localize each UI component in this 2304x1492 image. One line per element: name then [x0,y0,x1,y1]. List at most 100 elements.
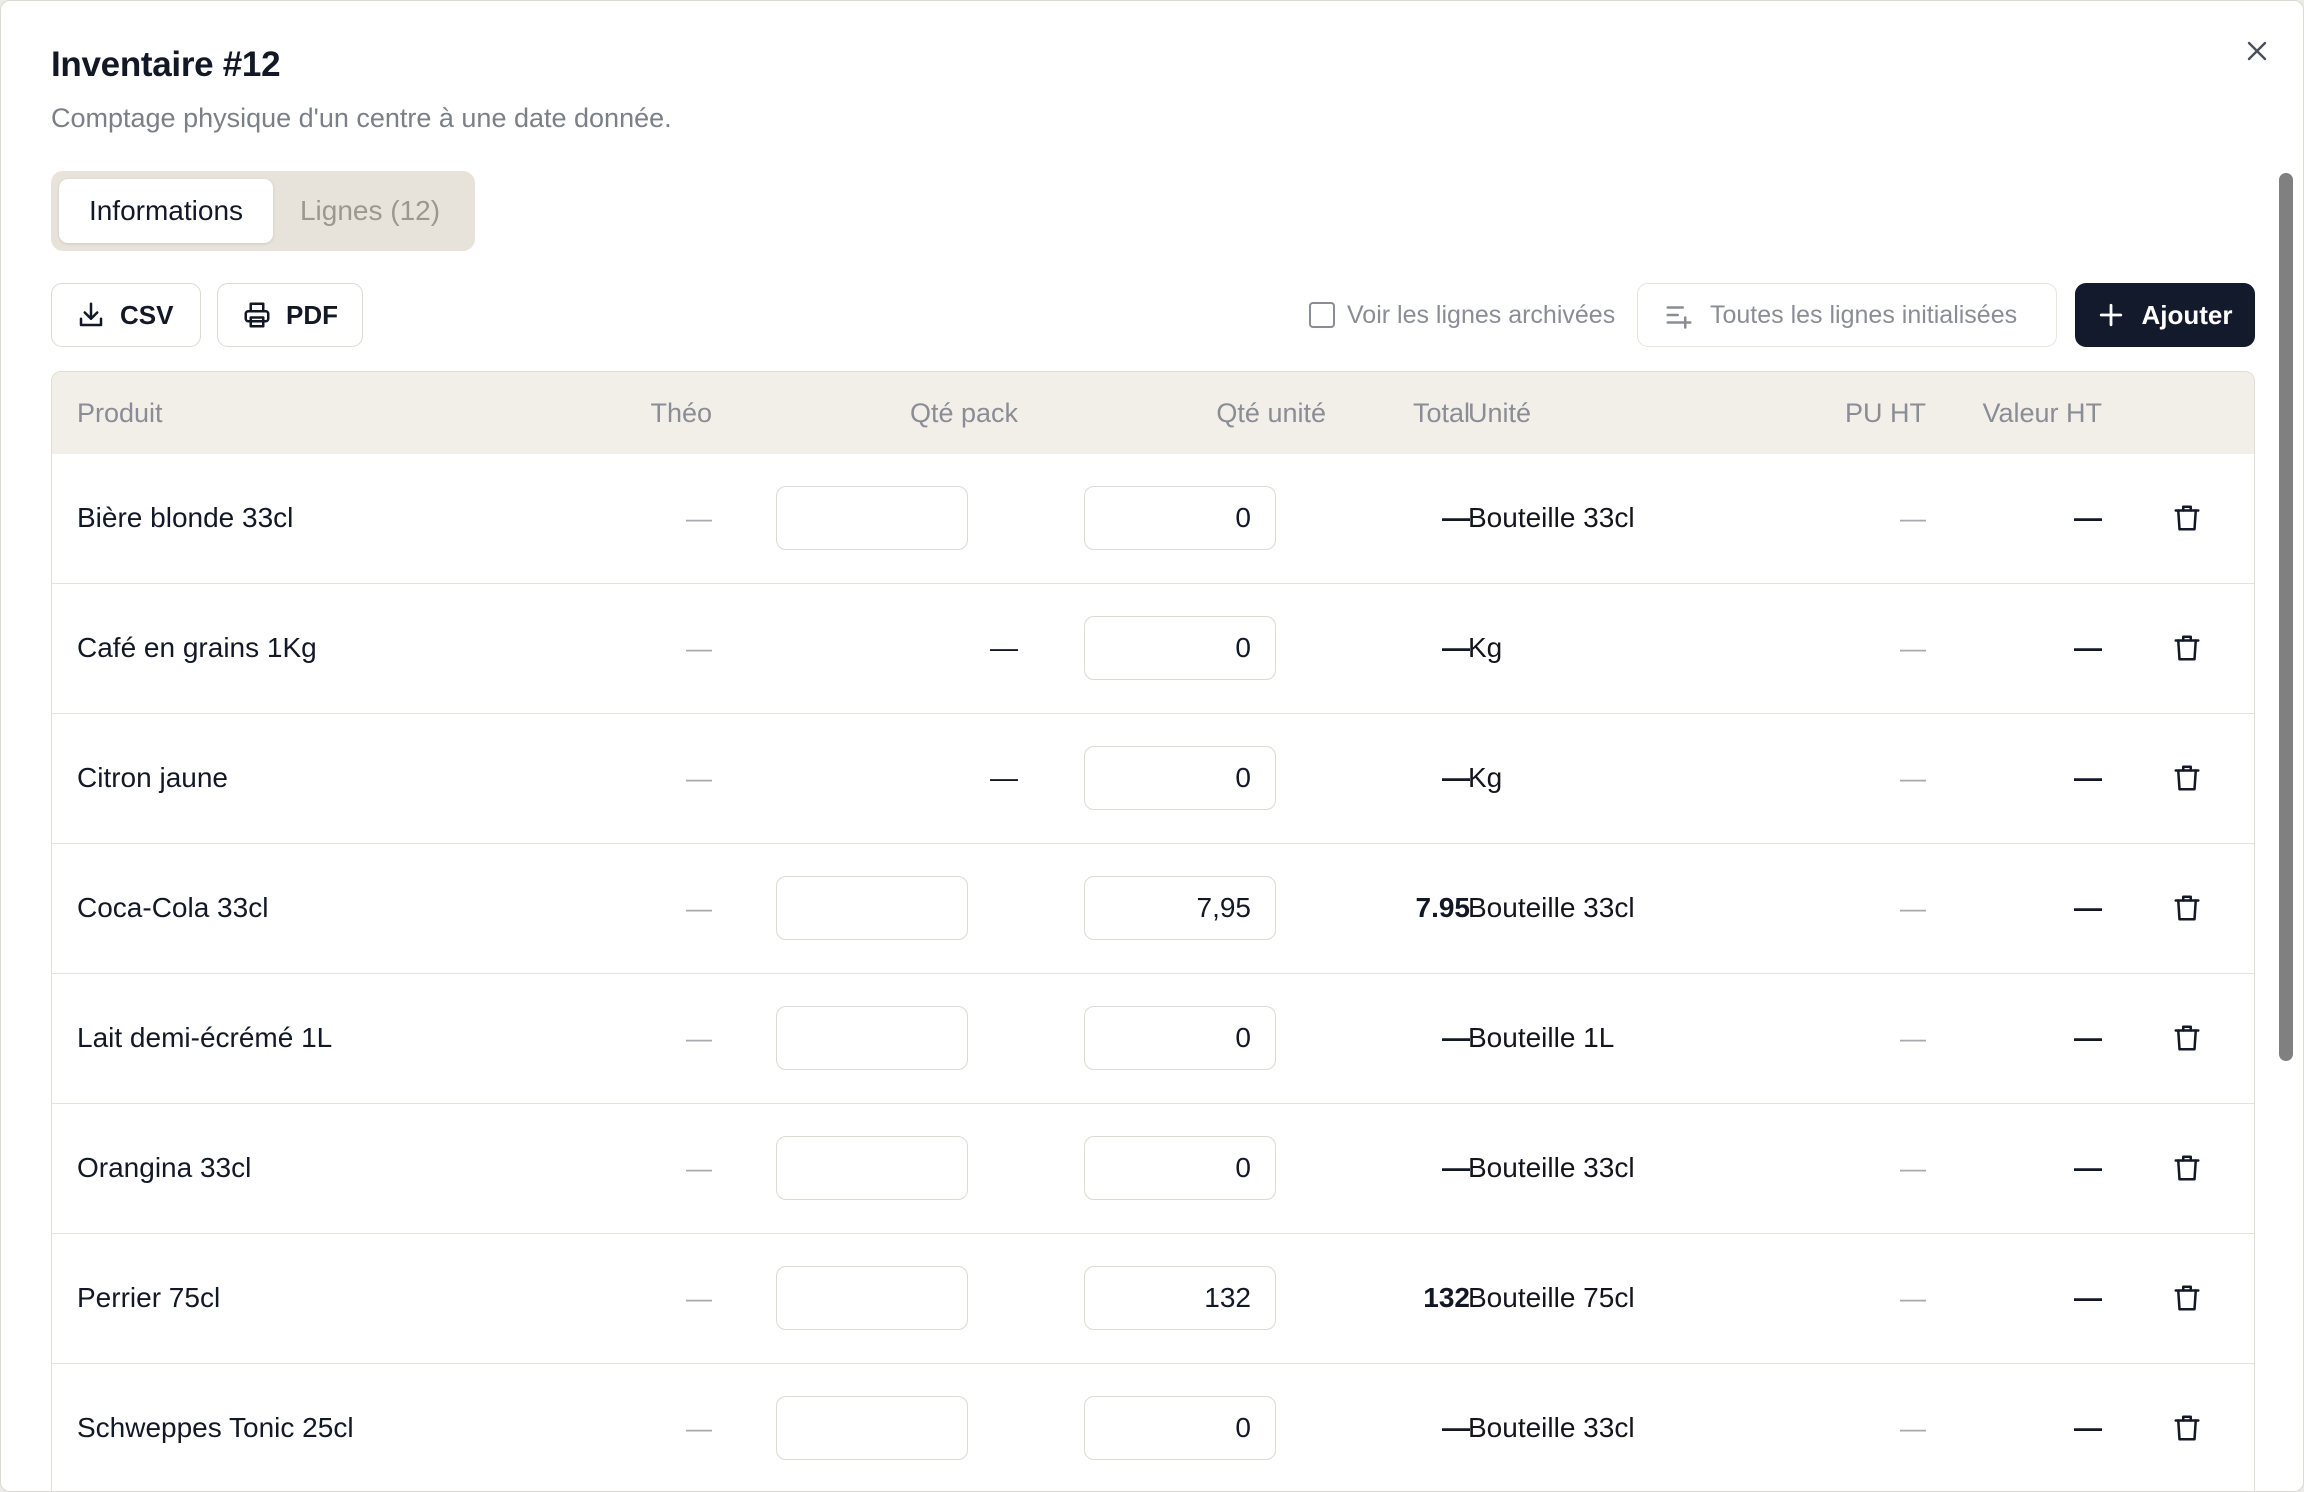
column-header-total[interactable]: Total [1342,372,1470,454]
table-header: Produit Théo Qté pack Qté unité Total Un… [52,372,2254,455]
printer-icon [244,302,270,328]
table-row: Orangina 33cl —0— Bouteille 33cl — — [52,1104,2254,1234]
trash-icon [2172,1023,2202,1053]
delete-row-button[interactable] [2170,1151,2204,1185]
product-name: Schweppes Tonic 25cl [77,1412,354,1443]
pack-quantity-input[interactable] [776,1266,968,1330]
tab-lignes[interactable]: Lignes (12) [275,179,465,243]
product-name: Coca-Cola 33cl [77,892,269,923]
unit-quantity-input[interactable]: 7,95 [1084,876,1276,940]
total-value: — [1442,1022,1470,1053]
inventory-table: Produit Théo Qté pack Qté unité Total Un… [51,371,2255,1491]
pack-quantity-value: — [990,632,1018,663]
delete-row-button[interactable] [2170,1021,2204,1055]
pu-ht-value: — [1900,1023,1926,1053]
trash-icon [2172,893,2202,923]
valeur-ht-value: — [2074,1152,2102,1183]
valeur-ht-value: — [2074,762,2102,793]
line-filter-label: Toutes les lignes initialisées [1710,300,2018,329]
valeur-ht-value: — [2074,502,2102,533]
pack-quantity-input[interactable] [776,876,968,940]
table-row: Schweppes Tonic 25cl —0— Bouteille 33cl — — [52,1364,2254,1491]
table-row: Lait demi-écrémé 1L —0— Bouteille 1L — — [52,974,2254,1104]
unit-quantity-input[interactable]: 132 [1084,1266,1276,1330]
column-header-qte-unite[interactable]: Qté unité [1052,372,1326,454]
unit-name: Bouteille 33cl [1468,892,1635,923]
total-value: 132 [1423,1282,1470,1313]
valeur-ht-value: — [2074,1022,2102,1053]
product-name: Bière blonde 33cl [77,502,294,533]
trash-icon [2172,763,2202,793]
export-pdf-button[interactable]: PDF [217,283,363,347]
delete-row-button[interactable] [2170,761,2204,795]
table-row: Coca-Cola 33cl — 7,95 7.95 Bouteille 33cl — — [52,844,2254,974]
trash-icon [2172,1413,2202,1443]
download-icon [79,302,103,327]
pack-quantity-input[interactable] [776,1006,968,1070]
tab-informations[interactable]: Informations [59,179,273,243]
product-name: Lait demi-écrémé 1L [77,1022,333,1053]
theo-value: — [686,1413,712,1443]
column-header-pu-ht[interactable]: PU HT [1752,372,1926,454]
valeur-ht-value: — [2074,1412,2102,1443]
delete-row-button[interactable] [2170,631,2204,665]
theo-value: — [686,1023,712,1053]
unit-name: Bouteille 33cl [1468,1412,1635,1443]
unit-name: Bouteille 1L [1468,1022,1615,1053]
unit-quantity-input[interactable]: 0 [1084,1396,1276,1460]
delete-row-button[interactable] [2170,891,2204,925]
plus-icon [2099,303,2122,327]
line-filter-button[interactable]: Toutes les lignes initialisées [1637,283,2057,347]
pack-quantity-input[interactable] [776,1136,968,1200]
export-csv-button[interactable]: CSV [51,283,201,347]
table-row: Perrier 75cl —132 132 Bouteille 75cl — — [52,1234,2254,1364]
unit-quantity-input[interactable]: 0 [1084,486,1276,550]
pu-ht-value: — [1900,763,1926,793]
dialog-subtitle: Comptage physique d'un centre à une date… [51,103,672,133]
pack-quantity-input[interactable] [776,1396,968,1460]
valeur-ht-value: — [2074,632,2102,663]
scrollbar-thumb[interactable] [2279,173,2293,1061]
close-button[interactable] [2237,31,2277,71]
pu-ht-value: — [1900,1413,1926,1443]
add-line-label: Ajouter [2141,299,2233,330]
valeur-ht-value: — [2074,892,2102,923]
show-archived-toggle[interactable]: Voir les lignes archivées [1309,297,1615,333]
show-archived-checkbox[interactable] [1309,302,1335,328]
trash-icon [2172,1283,2202,1313]
column-header-unite[interactable]: Unité [1468,372,1531,454]
total-value: — [1442,1412,1470,1443]
pdf-label: PDF [286,299,338,330]
delete-row-button[interactable] [2170,1281,2204,1315]
unit-quantity-input[interactable]: 0 [1084,1136,1276,1200]
delete-row-button[interactable] [2170,501,2204,535]
column-header-valeur-ht[interactable]: Valeur HT [1952,372,2102,454]
trash-icon [2172,503,2202,533]
column-header-theo[interactable]: Théo [502,372,712,454]
total-value: — [1442,762,1470,793]
column-header-qte-pack[interactable]: Qté pack [752,372,1018,454]
table-row: Bière blonde 33cl —0— Bouteille 33cl — — [52,454,2254,584]
unit-name: Bouteille 33cl [1468,1152,1635,1183]
total-value: — [1442,1152,1470,1183]
pu-ht-value: — [1900,893,1926,923]
add-line-button[interactable]: Ajouter [2075,283,2255,347]
unit-quantity-input[interactable]: 0 [1084,616,1276,680]
pu-ht-value: — [1900,503,1926,533]
pack-quantity-input[interactable] [776,486,968,550]
product-name: Perrier 75cl [77,1282,221,1313]
unit-quantity-input[interactable]: 0 [1084,746,1276,810]
theo-value: — [686,893,712,923]
inventory-dialog: Inventaire #12 Comptage physique d'un ce… [0,0,2304,1492]
theo-value: — [686,1153,712,1183]
show-archived-label: Voir les lignes archivées [1347,300,1616,329]
csv-label: CSV [120,299,174,330]
unit-name: Bouteille 75cl [1468,1282,1635,1313]
pack-quantity-value: — [990,762,1018,793]
column-header-produit[interactable]: Produit [77,372,163,454]
total-value: 7.95 [1415,892,1471,923]
tab-list: Informations Lignes (12) [51,171,475,251]
product-name: Citron jaune [77,762,228,793]
unit-quantity-input[interactable]: 0 [1084,1006,1276,1070]
delete-row-button[interactable] [2170,1411,2204,1445]
